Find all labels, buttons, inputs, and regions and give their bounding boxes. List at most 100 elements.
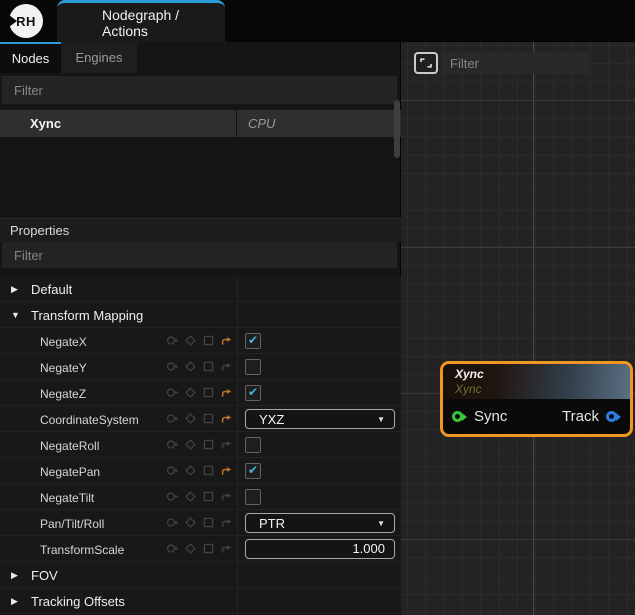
link-arrow-icon[interactable] xyxy=(220,334,233,347)
tab-title: Nodegraph / Actions xyxy=(102,7,225,39)
property-icons xyxy=(166,490,233,503)
property-row-negatepan[interactable]: NegatePan ✔ xyxy=(0,458,401,484)
socket-icon[interactable] xyxy=(166,542,179,555)
property-icons xyxy=(166,360,233,373)
chevron-down-icon: ▼ xyxy=(377,519,394,528)
grid-major-hline xyxy=(401,539,635,540)
tab-nodes[interactable]: Nodes xyxy=(0,42,61,73)
socket-icon[interactable] xyxy=(166,464,179,477)
checkbox-negateroll[interactable] xyxy=(245,437,261,453)
node-list-item-name[interactable]: Xync xyxy=(0,110,236,137)
property-label: NegateRoll xyxy=(40,439,99,453)
square-icon[interactable] xyxy=(202,438,215,451)
property-icons xyxy=(166,438,233,451)
section-label: Default xyxy=(31,282,72,297)
section-row-transform-mapping[interactable]: ▼Transform Mapping xyxy=(0,302,401,328)
keyframe-icon[interactable] xyxy=(184,386,197,399)
socket-icon[interactable] xyxy=(166,438,179,451)
grid-major-hline xyxy=(401,247,635,248)
output-port-track[interactable]: Track xyxy=(562,408,621,425)
dropdown-coordinatesystem[interactable]: YXZ▼ xyxy=(245,409,395,429)
square-icon[interactable] xyxy=(202,516,215,529)
keyframe-icon[interactable] xyxy=(184,516,197,529)
square-icon[interactable] xyxy=(202,490,215,503)
number-input-transformscale[interactable]: 1.000 xyxy=(245,539,395,559)
checkbox-negatex[interactable]: ✔ xyxy=(245,333,261,349)
graph-node-xync[interactable]: Xync Xync Sync Track xyxy=(440,361,633,437)
property-row-transformscale[interactable]: TransformScale1.000 xyxy=(0,536,401,562)
socket-icon[interactable] xyxy=(166,334,179,347)
link-arrow-icon[interactable] xyxy=(220,412,233,425)
nodegraph-canvas[interactable]: Xync Xync Sync Track xyxy=(401,42,635,615)
dropdown-pan-tilt-roll[interactable]: PTR▼ xyxy=(245,513,395,533)
property-icons xyxy=(166,386,233,399)
section-row-fov[interactable]: ▶FOV xyxy=(0,562,401,588)
keyframe-icon[interactable] xyxy=(184,360,197,373)
property-label: CoordinateSystem xyxy=(40,413,139,427)
keyframe-icon[interactable] xyxy=(184,412,197,425)
output-port-icon[interactable] xyxy=(606,411,621,422)
input-port-icon[interactable] xyxy=(452,411,467,422)
checkbox-negatez[interactable]: ✔ xyxy=(245,385,261,401)
property-row-negatex[interactable]: NegateX✔ xyxy=(0,328,401,354)
node-list-item-engine[interactable]: CPU xyxy=(237,110,401,137)
property-row-pan-tilt-roll[interactable]: Pan/Tilt/RollPTR▼ xyxy=(0,510,401,536)
keyframe-icon[interactable] xyxy=(184,490,197,503)
checkbox-negatepan[interactable]: ✔ xyxy=(245,463,261,479)
checkbox-negatetilt[interactable] xyxy=(245,489,261,505)
property-icons xyxy=(166,516,233,529)
square-icon[interactable] xyxy=(202,412,215,425)
canvas-filter-input[interactable] xyxy=(441,52,589,74)
property-row-negateroll[interactable]: NegateRoll xyxy=(0,432,401,458)
square-icon[interactable] xyxy=(202,360,215,373)
caret-right-icon[interactable]: ▶ xyxy=(11,284,18,294)
vertical-scrollbar-thumb[interactable] xyxy=(394,100,400,158)
socket-icon[interactable] xyxy=(166,386,179,399)
link-arrow-icon[interactable] xyxy=(220,438,233,451)
square-icon[interactable] xyxy=(202,464,215,477)
property-row-negatez[interactable]: NegateZ✔ xyxy=(0,380,401,406)
logo-arrow-notch-icon xyxy=(9,15,17,27)
keyframe-icon[interactable] xyxy=(184,438,197,451)
node-header[interactable]: Xync Xync xyxy=(443,364,630,399)
socket-icon[interactable] xyxy=(166,360,179,373)
property-icons xyxy=(166,464,233,477)
tab-engines[interactable]: Engines xyxy=(61,42,137,73)
link-arrow-icon[interactable] xyxy=(220,464,233,477)
property-label: NegatePan xyxy=(40,465,100,479)
link-arrow-icon[interactable] xyxy=(220,360,233,373)
properties-filter-input[interactable] xyxy=(2,242,397,268)
tab-nodegraph-actions[interactable]: Nodegraph / Actions xyxy=(57,0,225,42)
link-arrow-icon[interactable] xyxy=(220,386,233,399)
keyframe-icon[interactable] xyxy=(184,464,197,477)
square-icon[interactable] xyxy=(202,542,215,555)
property-icons xyxy=(166,412,233,425)
caret-right-icon[interactable]: ▶ xyxy=(11,570,18,580)
section-row-tracking-offsets[interactable]: ▶Tracking Offsets xyxy=(0,588,401,614)
input-port-sync[interactable]: Sync xyxy=(452,408,507,425)
socket-icon[interactable] xyxy=(166,490,179,503)
link-arrow-icon[interactable] xyxy=(220,490,233,503)
property-row-negatetilt[interactable]: NegateTilt xyxy=(0,484,401,510)
link-arrow-icon[interactable] xyxy=(220,516,233,529)
keyframe-icon[interactable] xyxy=(184,334,197,347)
properties-column-divider xyxy=(237,276,238,614)
tab-nodes-label: Nodes xyxy=(12,51,50,66)
node-title: Xync xyxy=(455,367,484,381)
section-row-default[interactable]: ▶ Default xyxy=(0,276,401,302)
node-filter-input[interactable] xyxy=(2,76,397,104)
fit-view-button[interactable] xyxy=(414,52,438,74)
property-row-coordinatesystem[interactable]: CoordinateSystem YXZ▼ xyxy=(0,406,401,432)
socket-icon[interactable] xyxy=(166,516,179,529)
keyframe-icon[interactable] xyxy=(184,542,197,555)
link-arrow-icon[interactable] xyxy=(220,542,233,555)
square-icon[interactable] xyxy=(202,386,215,399)
caret-right-icon[interactable]: ▶ xyxy=(11,596,18,606)
left-panel: Nodes Engines Xync CPU Properties ▶Defau… xyxy=(0,42,401,615)
socket-icon[interactable] xyxy=(166,412,179,425)
caret-down-icon[interactable]: ▼ xyxy=(11,310,20,320)
property-row-negatey[interactable]: NegateY xyxy=(0,354,401,380)
checkbox-negatey[interactable] xyxy=(245,359,261,375)
square-icon[interactable] xyxy=(202,334,215,347)
app-logo[interactable]: RH xyxy=(9,4,43,38)
